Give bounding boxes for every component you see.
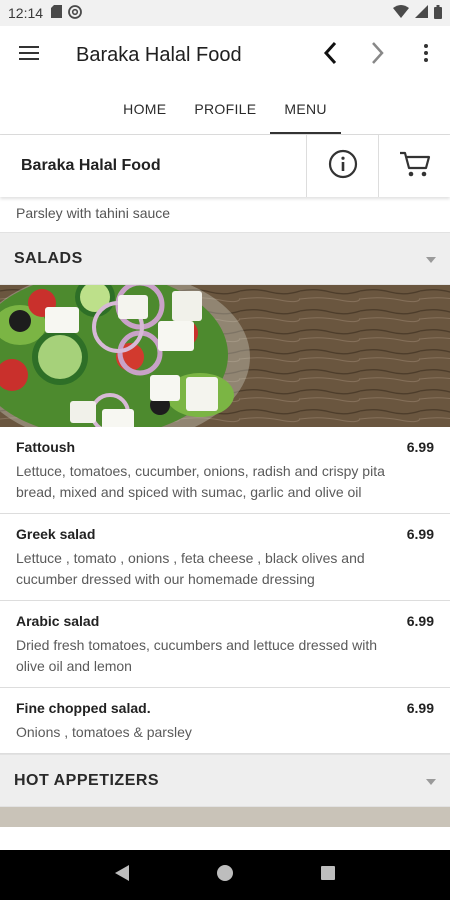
cart-button[interactable]: [378, 135, 450, 197]
nav-back-button[interactable]: [102, 855, 142, 895]
previous-item-description: Parsley with tahini sauce: [16, 205, 171, 221]
item-description: Lettuce, tomatoes, cucumber, onions, rad…: [16, 463, 385, 500]
nav-back-icon: [114, 864, 129, 886]
caret-down-icon: [426, 772, 436, 790]
hamburger-menu-icon: [19, 45, 39, 65]
info-button[interactable]: [306, 135, 378, 197]
section-title: SALADS: [14, 249, 83, 267]
nav-recents-icon: [321, 865, 336, 885]
menu-list[interactable]: Parsley with tahini sauce SALADS Fattous…: [0, 197, 450, 850]
sd-card-icon: [51, 5, 63, 21]
restaurant-name: Baraka Halal Food: [21, 157, 161, 174]
item-description: Onions , tomatoes & parsley: [16, 724, 192, 740]
menu-item[interactable]: Greek salad 6.99 Lettuce , tomato , onio…: [0, 514, 450, 601]
chevron-left-icon: [323, 41, 337, 70]
item-price: 6.99: [406, 526, 434, 542]
section-header-salads[interactable]: SALADS: [0, 232, 450, 285]
info-icon: [328, 149, 358, 184]
app-title: Baraka Halal Food: [76, 43, 242, 66]
tab-menu[interactable]: MENU: [270, 84, 342, 134]
signal-icon: [415, 5, 428, 21]
item-name: Greek salad: [16, 526, 96, 542]
wifi-icon: [393, 5, 409, 21]
section-header-hot-appetizers[interactable]: HOT APPETIZERS: [0, 754, 450, 807]
item-price: 6.99: [406, 700, 434, 716]
app-bar: Baraka Halal Food: [0, 26, 450, 84]
restaurant-header: Baraka Halal Food: [0, 135, 450, 197]
nav-recents-button[interactable]: [308, 855, 348, 895]
tab-bar: HOME PROFILE MENU: [0, 84, 450, 134]
item-description: Dried fresh tomatoes, cucumbers and lett…: [16, 637, 378, 674]
item-name: Fine chopped salad.: [16, 700, 151, 716]
battery-icon: [434, 4, 442, 22]
system-nav-bar: [0, 850, 450, 900]
forward-button[interactable]: [354, 26, 402, 84]
nav-home-button[interactable]: [205, 855, 245, 895]
menu-item[interactable]: Fine chopped salad. 6.99 Onions , tomato…: [0, 688, 450, 754]
more-options-button[interactable]: [402, 26, 450, 84]
menu-button[interactable]: [0, 26, 58, 84]
caret-down-icon: [426, 250, 436, 268]
status-time: 12:14: [8, 5, 44, 21]
at-sign-icon: [68, 4, 82, 22]
item-name: Fattoush: [16, 439, 76, 455]
hot-appetizers-banner-image: [0, 807, 450, 827]
section-title: HOT APPETIZERS: [14, 771, 160, 789]
salads-banner-image: [0, 285, 450, 427]
tab-profile[interactable]: PROFILE: [180, 84, 270, 134]
item-description: Lettuce , tomato , onions , feta cheese …: [16, 550, 365, 587]
cart-icon: [399, 150, 431, 183]
menu-item[interactable]: Fattoush 6.99 Lettuce, tomatoes, cucumbe…: [0, 427, 450, 514]
item-price: 6.99: [406, 439, 434, 455]
back-button[interactable]: [306, 26, 354, 84]
item-price: 6.99: [406, 613, 434, 629]
tab-home[interactable]: HOME: [109, 84, 180, 134]
nav-home-icon: [216, 864, 233, 886]
status-bar: 12:14: [0, 0, 450, 26]
item-name: Arabic salad: [16, 613, 100, 629]
more-vert-icon: [424, 43, 428, 67]
menu-item[interactable]: Arabic salad 6.99 Dried fresh tomatoes, …: [0, 601, 450, 688]
chevron-right-icon: [371, 41, 385, 70]
